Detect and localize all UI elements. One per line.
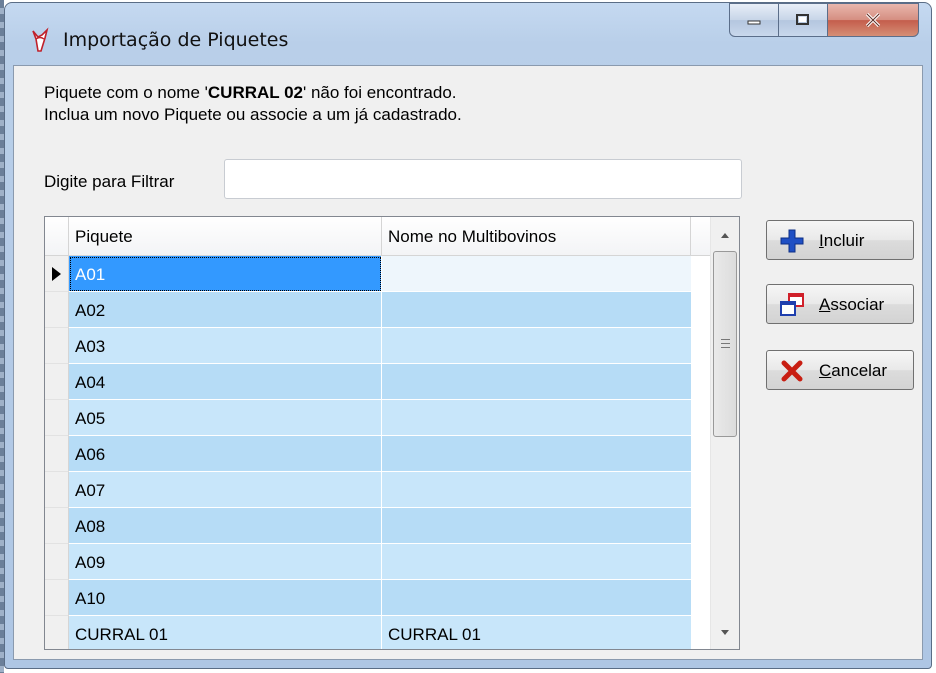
cell-piquete[interactable]: A07 (69, 472, 382, 508)
table-row[interactable]: A01 (45, 256, 711, 292)
app-icon (32, 27, 49, 52)
message-line-1: Piquete com o nome 'CURRAL 02' não foi e… (44, 82, 462, 104)
filter-label: Digite para Filtrar (44, 172, 175, 191)
cell-nome[interactable] (382, 256, 691, 292)
cell-nome[interactable] (382, 580, 691, 616)
cell-nome[interactable] (382, 400, 691, 436)
message-piquete-name: CURRAL 02 (207, 83, 303, 102)
table-row[interactable]: A07 (45, 472, 711, 508)
table-row[interactable]: CURRAL 01 CURRAL 01 (45, 616, 711, 649)
cancelar-accel: C (819, 361, 832, 380)
minimize-button[interactable] (729, 3, 779, 37)
column-header-piquete[interactable]: Piquete (69, 217, 382, 255)
piquetes-grid[interactable]: Piquete Nome no Multibovinos A01 A02 A03 (44, 216, 740, 650)
table-row[interactable]: A06 (45, 436, 711, 472)
plus-icon (780, 229, 804, 253)
cell-piquete[interactable]: A01 (69, 256, 382, 292)
grip-line (721, 343, 730, 344)
message-suffix: ' não foi encontrado. (302, 83, 457, 102)
incluir-text: ncluir (823, 231, 865, 250)
cell-piquete[interactable]: A10 (69, 580, 382, 616)
column-header-nome[interactable]: Nome no Multibovinos (382, 217, 691, 255)
dialog-window: Importação de Piquetes Piquete com o nom… (4, 2, 932, 669)
row-header[interactable] (45, 580, 69, 616)
cell-nome[interactable]: CURRAL 01 (382, 616, 691, 649)
table-row[interactable]: A10 (45, 580, 711, 616)
message-prefix: Piquete com o nome ' (44, 83, 208, 102)
filter-input[interactable] (224, 159, 742, 199)
row-header[interactable] (45, 256, 69, 292)
associar-accel: A (819, 295, 831, 314)
row-header-corner (45, 217, 69, 255)
current-row-indicator-icon (52, 267, 61, 281)
grip-line (721, 339, 730, 340)
cancelar-text: ancelar (831, 361, 888, 380)
table-row[interactable]: A02 (45, 292, 711, 328)
table-row[interactable]: A08 (45, 508, 711, 544)
cell-nome[interactable] (382, 508, 691, 544)
vertical-scrollbar[interactable] (710, 217, 739, 649)
cell-nome[interactable] (382, 472, 691, 508)
table-row[interactable]: A04 (45, 364, 711, 400)
table-row[interactable]: A03 (45, 328, 711, 364)
scroll-up-icon[interactable] (721, 233, 729, 238)
row-header[interactable] (45, 328, 69, 364)
minimize-icon (747, 20, 761, 25)
row-header[interactable] (45, 508, 69, 544)
cell-nome[interactable] (382, 436, 691, 472)
cell-piquete[interactable]: CURRAL 01 (69, 616, 382, 649)
incluir-button[interactable]: Incluir (766, 220, 914, 260)
cell-piquete[interactable]: A02 (69, 292, 382, 328)
row-header[interactable] (45, 544, 69, 580)
grid-header: Piquete Nome no Multibovinos (45, 217, 711, 256)
grip-line (721, 347, 730, 348)
message-line-2: Inclua um novo Piquete ou associe a um j… (44, 105, 462, 124)
cancelar-button[interactable]: Cancelar (766, 350, 914, 390)
row-header[interactable] (45, 616, 69, 649)
table-row[interactable]: A05 (45, 400, 711, 436)
cell-nome[interactable] (382, 364, 691, 400)
associar-label: Associar (819, 295, 884, 315)
cell-piquete[interactable]: A09 (69, 544, 382, 580)
maximize-button[interactable] (778, 3, 828, 37)
associate-windows-icon (780, 293, 804, 316)
maximize-icon (796, 14, 809, 25)
close-icon (865, 12, 881, 28)
window-title: Importação de Piquetes (63, 29, 289, 51)
associar-button[interactable]: Associar (766, 284, 914, 324)
title-bar[interactable]: Importação de Piquetes (5, 3, 931, 69)
scroll-thumb[interactable] (713, 251, 737, 437)
incluir-label: Incluir (819, 231, 864, 251)
grid-rows: A01 A02 A03 A04 A05 A06 A07 A08 A09 A10 … (45, 256, 711, 649)
row-header[interactable] (45, 292, 69, 328)
cell-piquete[interactable]: A08 (69, 508, 382, 544)
dialog-client-area: Piquete com o nome 'CURRAL 02' não foi e… (13, 65, 923, 660)
cell-nome[interactable] (382, 544, 691, 580)
cell-nome[interactable] (382, 292, 691, 328)
cell-piquete[interactable]: A03 (69, 328, 382, 364)
associar-text: ssociar (830, 295, 885, 314)
cell-piquete[interactable]: A06 (69, 436, 382, 472)
row-header[interactable] (45, 400, 69, 436)
cell-piquete[interactable]: A04 (69, 364, 382, 400)
row-header[interactable] (45, 364, 69, 400)
cell-piquete[interactable]: A05 (69, 400, 382, 436)
row-header[interactable] (45, 472, 69, 508)
info-message: Piquete com o nome 'CURRAL 02' não foi e… (44, 82, 462, 126)
scroll-down-icon[interactable] (721, 630, 729, 635)
row-header[interactable] (45, 436, 69, 472)
close-button[interactable] (827, 3, 919, 37)
cancelar-label: Cancelar (819, 361, 887, 381)
table-row[interactable]: A09 (45, 544, 711, 580)
cell-nome[interactable] (382, 328, 691, 364)
red-x-icon (781, 360, 803, 382)
